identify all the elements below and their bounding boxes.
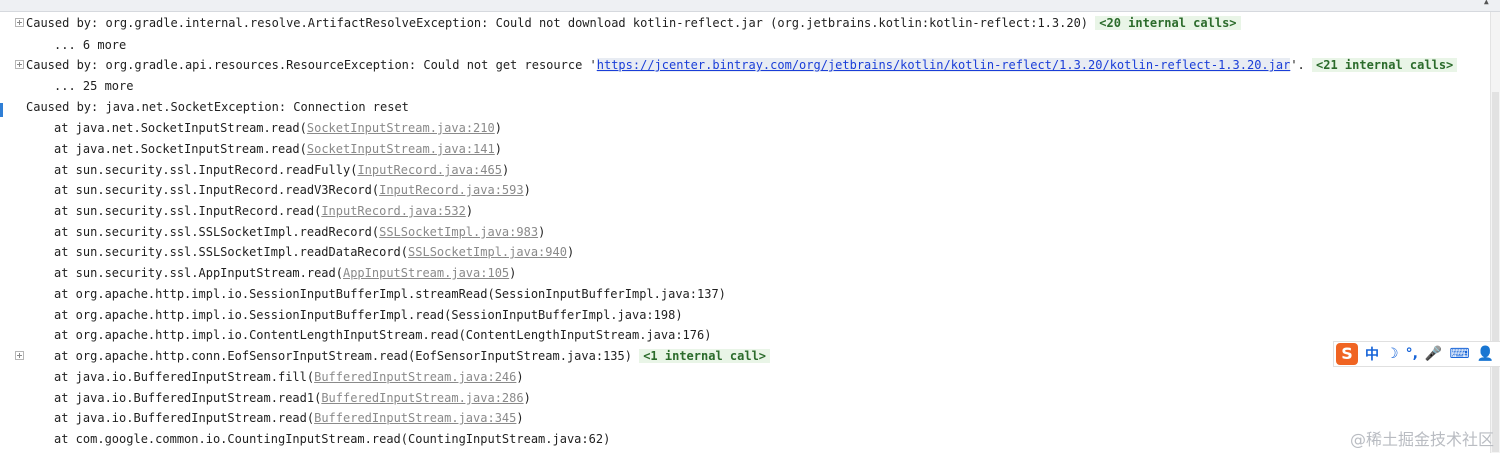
moon-icon[interactable]: ☽ xyxy=(1386,346,1399,362)
gutter-marker xyxy=(0,103,3,117)
stack-frame: at sun.security.ssl.AppInputStream.read(… xyxy=(54,263,516,283)
watermark: @稀土掘金技术社区 xyxy=(1349,430,1494,449)
frame-paren: ) xyxy=(516,411,524,425)
internal-calls-badge[interactable]: <20 internal calls> xyxy=(1095,16,1241,30)
stack-frame: at sun.security.ssl.InputRecord.read(Inp… xyxy=(54,201,473,221)
stack-frame: at java.net.SocketInputStream.read(Socke… xyxy=(54,118,502,138)
stack-frame: at org.apache.http.impl.io.SessionInputB… xyxy=(54,284,726,304)
frame-method: at sun.security.ssl.SSLSocketImpl.readRe… xyxy=(54,225,380,239)
source-file-link[interactable]: InputRecord.java:593 xyxy=(379,183,524,197)
frame-method: at java.net.SocketInputStream.read( xyxy=(54,142,307,156)
frame-method: at sun.security.ssl.SSLSocketImpl.readDa… xyxy=(54,245,409,259)
user-icon[interactable]: 👤 xyxy=(1477,346,1494,362)
source-file-link[interactable]: BufferedInputStream.java:345 xyxy=(314,411,516,425)
frame-method: at java.net.SocketInputStream.read( xyxy=(54,121,307,135)
exception-message: Caused by: org.gradle.api.resources.Reso… xyxy=(26,58,597,72)
stack-frame: at org.apache.http.impl.io.ContentLength… xyxy=(54,325,711,345)
source-file-link[interactable]: InputRecord.java:465 xyxy=(357,163,502,177)
more-frames-line: ... 6 more xyxy=(54,35,126,55)
line-text: at org.apache.http.conn.EofSensorInputSt… xyxy=(54,349,632,363)
collapse-icon[interactable]: ▴ xyxy=(1483,0,1490,8)
frame-method: at java.io.BufferedInputStream.read( xyxy=(54,411,315,425)
frame-method: at java.io.BufferedInputStream.read1( xyxy=(54,391,322,405)
line-text: Caused by: org.gradle.internal.resolve.A… xyxy=(26,16,1089,30)
vertical-scrollbar[interactable] xyxy=(1490,12,1500,453)
frame-method: at sun.security.ssl.AppInputStream.read( xyxy=(54,266,343,280)
frame-paren: ) xyxy=(494,142,502,156)
frame-method: at sun.security.ssl.InputRecord.read( xyxy=(54,204,322,218)
more-frames-line: ... 25 more xyxy=(54,76,133,96)
expand-fold-icon[interactable] xyxy=(15,18,24,27)
line-text: at org.apache.http.impl.io.SessionInputB… xyxy=(54,287,726,301)
console-toolbar-strip: ▴ xyxy=(0,0,1500,12)
frame-method: at sun.security.ssl.InputRecord.readFull… xyxy=(54,163,358,177)
stack-frame: at java.net.SocketInputStream.read(Socke… xyxy=(54,139,502,159)
stack-frame: at sun.security.ssl.SSLSocketImpl.readRe… xyxy=(54,222,545,242)
keyboard-icon[interactable]: ⌨ xyxy=(1449,346,1469,362)
resource-url-link[interactable]: https://jcenter.bintray.com/org/jetbrain… xyxy=(596,58,1291,72)
source-file-link[interactable]: BufferedInputStream.java:286 xyxy=(321,391,523,405)
scrollbar-thumb[interactable] xyxy=(1492,92,1499,452)
frame-paren: ) xyxy=(494,121,502,135)
line-text: Caused by: java.net.SocketException: Con… xyxy=(26,100,409,114)
line-text: at org.apache.http.impl.io.ContentLength… xyxy=(54,328,712,342)
punctuation-icon[interactable]: °, xyxy=(1406,346,1418,362)
caused-by-line: Caused by: java.net.SocketException: Con… xyxy=(26,97,409,117)
console-output: ▴ Caused by: org.gradle.internal.resolve… xyxy=(0,0,1500,453)
stack-frame: at java.io.BufferedInputStream.fill(Buff… xyxy=(54,367,524,387)
frame-paren: ) xyxy=(523,391,531,405)
stack-frame: at java.io.BufferedInputStream.read1(Buf… xyxy=(54,388,531,408)
ime-toolbar[interactable]: S 中 ☽ °, 🎤 ⌨ 👤 xyxy=(1333,341,1500,367)
frame-method: at java.io.BufferedInputStream.fill( xyxy=(54,370,315,384)
stack-frame: at com.google.common.io.CountingInputStr… xyxy=(54,429,610,449)
expand-fold-icon[interactable] xyxy=(15,351,24,360)
frame-paren: ) xyxy=(523,183,531,197)
stack-frame: at org.apache.http.conn.EofSensorInputSt… xyxy=(54,346,771,366)
stack-frame: at java.io.BufferedInputStream.read(Buff… xyxy=(54,408,524,428)
frame-method: at sun.security.ssl.InputRecord.readV3Re… xyxy=(54,183,380,197)
microphone-icon[interactable]: 🎤 xyxy=(1425,346,1442,362)
stack-frame: at sun.security.ssl.InputRecord.readV3Re… xyxy=(54,180,531,200)
source-file-link[interactable]: AppInputStream.java:105 xyxy=(343,266,509,280)
frame-paren: ) xyxy=(538,225,546,239)
caused-by-line: Caused by: org.gradle.internal.resolve.A… xyxy=(26,13,1241,33)
source-file-link[interactable]: InputRecord.java:532 xyxy=(321,204,466,218)
source-file-link[interactable]: SocketInputStream.java:210 xyxy=(307,121,495,135)
internal-calls-badge[interactable]: <1 internal call> xyxy=(639,349,771,363)
line-text: ... 6 more xyxy=(54,38,127,52)
frame-paren: ) xyxy=(465,204,474,218)
internal-calls-badge[interactable]: <21 internal calls> xyxy=(1312,58,1458,72)
line-text: ... 25 more xyxy=(54,79,134,93)
source-file-link[interactable]: SSLSocketImpl.java:983 xyxy=(379,225,538,239)
frame-paren: ) xyxy=(516,370,524,384)
sogou-logo-icon[interactable]: S xyxy=(1336,343,1358,365)
source-file-link[interactable]: BufferedInputStream.java:246 xyxy=(314,370,516,384)
stack-frame: at org.apache.http.impl.io.SessionInputB… xyxy=(54,305,683,325)
line-text: at com.google.common.io.CountingInputStr… xyxy=(54,432,611,446)
source-file-link[interactable]: SSLSocketImpl.java:940 xyxy=(408,245,567,259)
expand-fold-icon[interactable] xyxy=(15,60,24,69)
caused-by-line: Caused by: org.gradle.api.resources.Reso… xyxy=(26,55,1458,75)
source-file-link[interactable]: SocketInputStream.java:141 xyxy=(307,142,495,156)
frame-paren: ) xyxy=(501,163,510,177)
chinese-mode-icon[interactable]: 中 xyxy=(1365,344,1379,364)
stack-frame: at sun.security.ssl.InputRecord.readFull… xyxy=(54,160,509,180)
exception-message-end: '. xyxy=(1290,58,1305,72)
stack-frame: at sun.security.ssl.SSLSocketImpl.readDa… xyxy=(54,242,574,262)
frame-paren: ) xyxy=(566,245,575,259)
line-text: at org.apache.http.impl.io.SessionInputB… xyxy=(54,308,683,322)
frame-paren: ) xyxy=(509,266,517,280)
